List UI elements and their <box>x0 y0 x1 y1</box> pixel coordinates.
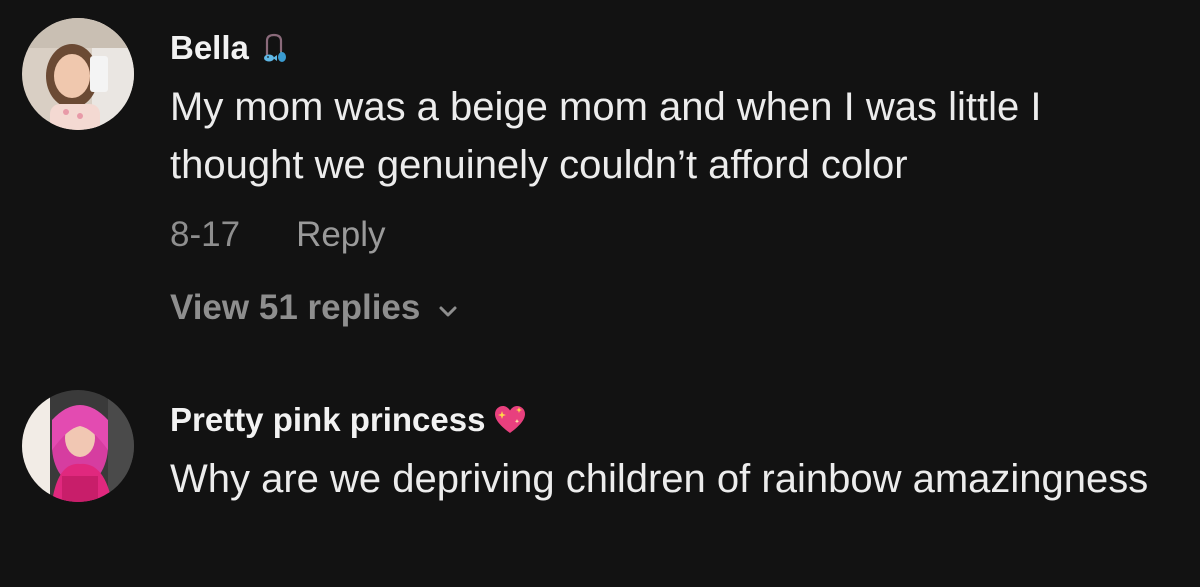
comment-text: My mom was a beige mom and when I was li… <box>170 85 1042 187</box>
comment-date: 8-17 <box>170 215 241 254</box>
view-replies-label: View 51 replies <box>170 288 421 327</box>
avatar[interactable] <box>22 18 134 130</box>
comment-username[interactable]: Bella <box>170 29 291 67</box>
comment-username[interactable]: Pretty pink princess <box>170 401 527 439</box>
comment-meta: 8-17 Reply <box>170 215 386 255</box>
chevron-down-icon <box>439 306 457 317</box>
reply-button[interactable]: Reply <box>296 215 385 255</box>
username-text: Pretty pink princess <box>170 401 486 438</box>
view-replies-button[interactable]: View 51 replies <box>170 288 462 328</box>
avatar[interactable] <box>22 390 134 502</box>
avatar-photo <box>22 18 134 130</box>
avatar-photo <box>22 390 134 502</box>
fishing-pole-fish-icon <box>257 31 291 65</box>
comment-text: Why are we depriving children of rainbow… <box>170 457 1149 501</box>
username-text: Bella <box>170 29 249 66</box>
sparkling-heart-icon <box>493 403 527 437</box>
